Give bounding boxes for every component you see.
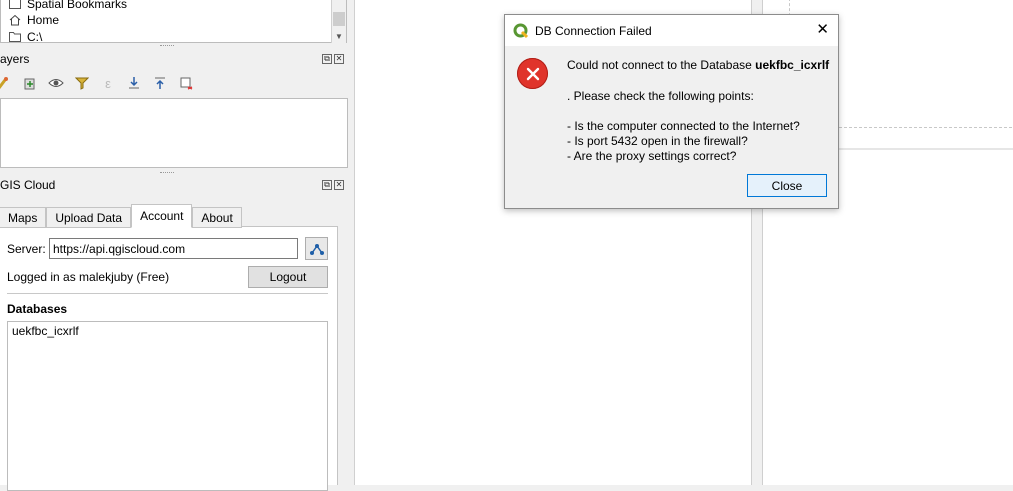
logged-in-text: Logged in as malekjuby (Free) [7, 270, 170, 284]
remove-layer-icon[interactable] [178, 75, 194, 91]
expression-filter-icon[interactable]: ε [100, 75, 116, 91]
close-icon[interactable]: ✕ [334, 180, 344, 190]
list-item[interactable]: uekfbc_icxrlf [12, 324, 323, 338]
cloud-dock-buttons: ⧉ ✕ [322, 180, 344, 190]
visibility-eye-icon[interactable] [48, 75, 64, 91]
databases-heading: Databases [7, 302, 68, 316]
scroll-down-icon[interactable]: ▼ [332, 32, 346, 41]
filter-icon[interactable] [74, 75, 90, 91]
logout-button[interactable]: Logout [248, 266, 328, 288]
float-icon[interactable]: ⧉ [322, 54, 332, 64]
close-icon[interactable]: ✕ [334, 54, 344, 64]
close-button[interactable]: Close [747, 174, 827, 197]
expand-all-icon[interactable] [126, 75, 142, 91]
divider [838, 148, 1013, 150]
style-brush-icon[interactable] [0, 75, 12, 91]
server-connect-button[interactable] [305, 237, 328, 260]
layers-panel-title: ayers [0, 52, 30, 66]
splitter-grip[interactable] [160, 172, 174, 175]
tab-account[interactable]: Account [131, 204, 193, 228]
server-input[interactable]: https://api.qgiscloud.com [49, 238, 298, 259]
folder-icon [9, 32, 21, 42]
server-label: Server: [7, 242, 46, 256]
check-point: - Is the computer connected to the Inter… [567, 119, 800, 133]
bookmark-icon [9, 0, 21, 9]
layers-toolbar: ε [0, 72, 347, 94]
cloud-tabs: Maps Upload Data Account About [0, 204, 242, 228]
tree-item-c-drive[interactable]: C:\ [9, 28, 42, 45]
browser-scrollbar[interactable]: ▼ [331, 0, 346, 43]
dialog-title: DB Connection Failed [535, 23, 652, 38]
tab-maps[interactable]: Maps [0, 207, 47, 228]
check-point: - Are the proxy settings correct? [567, 149, 737, 163]
cloud-panel-title: GIS Cloud [0, 178, 56, 192]
add-group-icon[interactable] [22, 75, 38, 91]
db-connection-failed-dialog: DB Connection Failed ✕ Could not connect… [504, 14, 839, 209]
database-name: uekfbc_icxrlf [755, 58, 830, 72]
scrollbar-thumb[interactable] [333, 12, 345, 26]
tab-upload-data[interactable]: Upload Data [46, 207, 132, 228]
home-icon [9, 14, 21, 25]
error-message-line1: Could not connect to the Database uekfbc… [567, 58, 830, 72]
error-message-line2: . Please check the following points: [567, 89, 754, 103]
dialog-titlebar: DB Connection Failed ✕ [505, 15, 838, 46]
network-icon [309, 243, 324, 255]
qgis-logo-icon [513, 23, 529, 38]
browser-tree[interactable]: Spatial Bookmarks Home C:\ ▼ [0, 0, 347, 45]
error-icon [517, 58, 548, 89]
layers-dock-buttons: ⧉ ✕ [322, 54, 344, 64]
close-icon[interactable]: ✕ [816, 21, 829, 38]
layers-list[interactable] [0, 98, 348, 168]
splitter-grip[interactable] [160, 45, 174, 48]
check-point: - Is port 5432 open in the firewall? [567, 134, 748, 148]
tree-item-home[interactable]: Home [9, 11, 59, 28]
databases-list[interactable]: uekfbc_icxrlf [7, 321, 328, 491]
float-icon[interactable]: ⧉ [322, 180, 332, 190]
collapse-all-icon[interactable] [152, 75, 168, 91]
divider [7, 293, 328, 294]
tab-about[interactable]: About [192, 207, 242, 228]
